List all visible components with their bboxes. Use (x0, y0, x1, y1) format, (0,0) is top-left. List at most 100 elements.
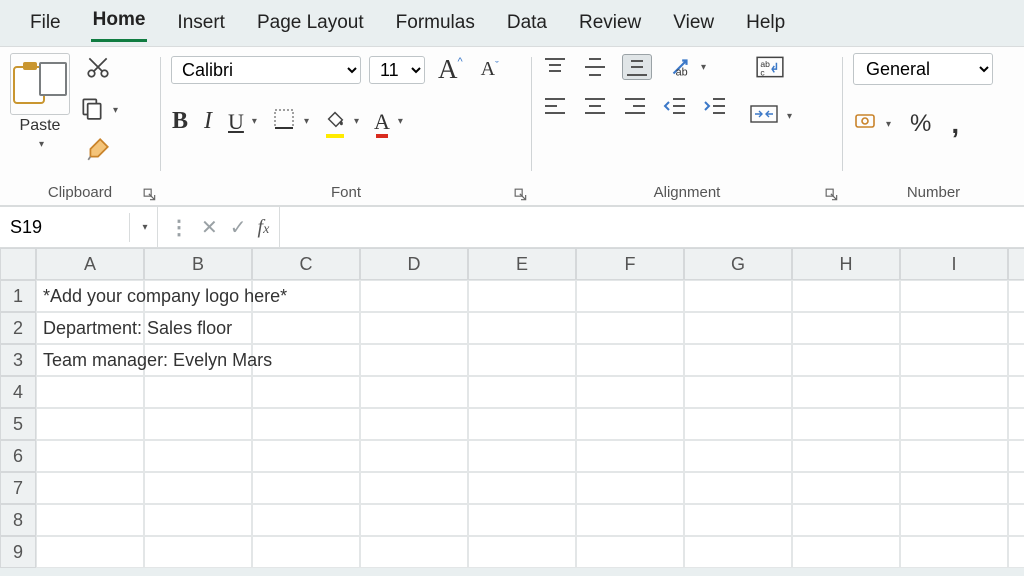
col-header-D[interactable]: D (360, 248, 468, 280)
cell-H3[interactable] (792, 344, 900, 376)
cell-C4[interactable] (252, 376, 360, 408)
font-color-button[interactable]: A (373, 108, 391, 136)
cell-I6[interactable] (900, 440, 1008, 472)
cell-G1[interactable] (684, 280, 792, 312)
menu-view[interactable]: View (671, 8, 716, 42)
cell-I1[interactable] (900, 280, 1008, 312)
row-header-9[interactable]: 9 (0, 536, 36, 568)
decrease-indent-button[interactable] (662, 95, 688, 117)
cell-I9[interactable] (900, 536, 1008, 568)
cell-D4[interactable] (360, 376, 468, 408)
cell-G4[interactable] (684, 376, 792, 408)
row-header-6[interactable]: 6 (0, 440, 36, 472)
cell-G6[interactable] (684, 440, 792, 472)
clipboard-dialog-launcher[interactable] (142, 187, 158, 203)
cell-G5[interactable] (684, 408, 792, 440)
cell-D2[interactable] (360, 312, 468, 344)
cell-A9[interactable] (36, 536, 144, 568)
cell-H2[interactable] (792, 312, 900, 344)
cell-F8[interactable] (576, 504, 684, 536)
fill-color-button[interactable] (323, 107, 347, 136)
cut-button[interactable] (84, 53, 112, 86)
cell-G7[interactable] (684, 472, 792, 504)
menu-file[interactable]: File (28, 8, 63, 42)
font-dialog-launcher[interactable] (513, 187, 529, 203)
cell-C8[interactable] (252, 504, 360, 536)
cell-C9[interactable] (252, 536, 360, 568)
col-header-F[interactable]: F (576, 248, 684, 280)
cell-D7[interactable] (360, 472, 468, 504)
paste-button[interactable] (10, 53, 70, 115)
cell-G3[interactable] (684, 344, 792, 376)
copy-dropdown[interactable]: ▾ (113, 105, 118, 116)
cell-B4[interactable] (144, 376, 252, 408)
cell-A4[interactable] (36, 376, 144, 408)
cell-C5[interactable] (252, 408, 360, 440)
cell-E2[interactable] (468, 312, 576, 344)
cell-I2[interactable] (900, 312, 1008, 344)
cell-J9[interactable] (1008, 536, 1024, 568)
cell-G8[interactable] (684, 504, 792, 536)
align-top-button[interactable] (542, 56, 568, 78)
col-header-E[interactable]: E (468, 248, 576, 280)
cell-E6[interactable] (468, 440, 576, 472)
row-header-7[interactable]: 7 (0, 472, 36, 504)
col-header-G[interactable]: G (684, 248, 792, 280)
cell-E5[interactable] (468, 408, 576, 440)
col-header-H[interactable]: H (792, 248, 900, 280)
row-header-5[interactable]: 5 (0, 408, 36, 440)
borders-button[interactable] (271, 106, 297, 137)
bold-button[interactable]: B (171, 107, 189, 136)
menu-formulas[interactable]: Formulas (394, 8, 477, 42)
align-center-button[interactable] (582, 95, 608, 117)
cell-B8[interactable] (144, 504, 252, 536)
fx-more-button[interactable]: ⋮ (168, 214, 190, 241)
accounting-dropdown[interactable]: ▾ (886, 119, 891, 130)
cell-A1[interactable]: *Add your company logo here* (36, 280, 144, 312)
cell-D1[interactable] (360, 280, 468, 312)
cell-A6[interactable] (36, 440, 144, 472)
accounting-format-button[interactable] (853, 109, 879, 139)
cell-I5[interactable] (900, 408, 1008, 440)
cell-A8[interactable] (36, 504, 144, 536)
cell-H1[interactable] (792, 280, 900, 312)
cell-J3[interactable] (1008, 344, 1024, 376)
format-painter-button[interactable] (84, 135, 112, 168)
cell-I7[interactable] (900, 472, 1008, 504)
cell-B7[interactable] (144, 472, 252, 504)
font-size-select[interactable]: 11 (369, 56, 425, 84)
cell-I8[interactable] (900, 504, 1008, 536)
fx-icon[interactable]: fx (258, 216, 270, 239)
align-middle-button[interactable] (582, 56, 608, 78)
cell-F1[interactable] (576, 280, 684, 312)
col-header-C[interactable]: C (252, 248, 360, 280)
fill-color-dropdown[interactable]: ▾ (354, 116, 359, 127)
menu-home[interactable]: Home (91, 5, 148, 42)
underline-dropdown[interactable]: ▾ (252, 116, 257, 127)
cell-E1[interactable] (468, 280, 576, 312)
menu-page-layout[interactable]: Page Layout (255, 8, 366, 42)
cell-F4[interactable] (576, 376, 684, 408)
wrap-text-button[interactable]: abc (754, 53, 786, 86)
cell-D6[interactable] (360, 440, 468, 472)
alignment-dialog-launcher[interactable] (824, 187, 840, 203)
cell-I4[interactable] (900, 376, 1008, 408)
row-header-8[interactable]: 8 (0, 504, 36, 536)
percent-button[interactable]: % (909, 109, 932, 139)
cell-J1[interactable] (1008, 280, 1024, 312)
cell-H7[interactable] (792, 472, 900, 504)
paste-dropdown[interactable]: ▾ (30, 135, 50, 153)
merge-dropdown[interactable]: ▾ (787, 111, 792, 122)
cell-D9[interactable] (360, 536, 468, 568)
cell-G2[interactable] (684, 312, 792, 344)
row-header-4[interactable]: 4 (0, 376, 36, 408)
comma-style-button[interactable]: , (950, 107, 960, 141)
cell-H5[interactable] (792, 408, 900, 440)
shrink-font-button[interactable]: Aˇ (476, 57, 504, 82)
cell-J5[interactable] (1008, 408, 1024, 440)
cell-C6[interactable] (252, 440, 360, 472)
cell-J4[interactable] (1008, 376, 1024, 408)
cell-A5[interactable] (36, 408, 144, 440)
italic-button[interactable]: I (203, 107, 213, 136)
col-header-I[interactable]: I (900, 248, 1008, 280)
